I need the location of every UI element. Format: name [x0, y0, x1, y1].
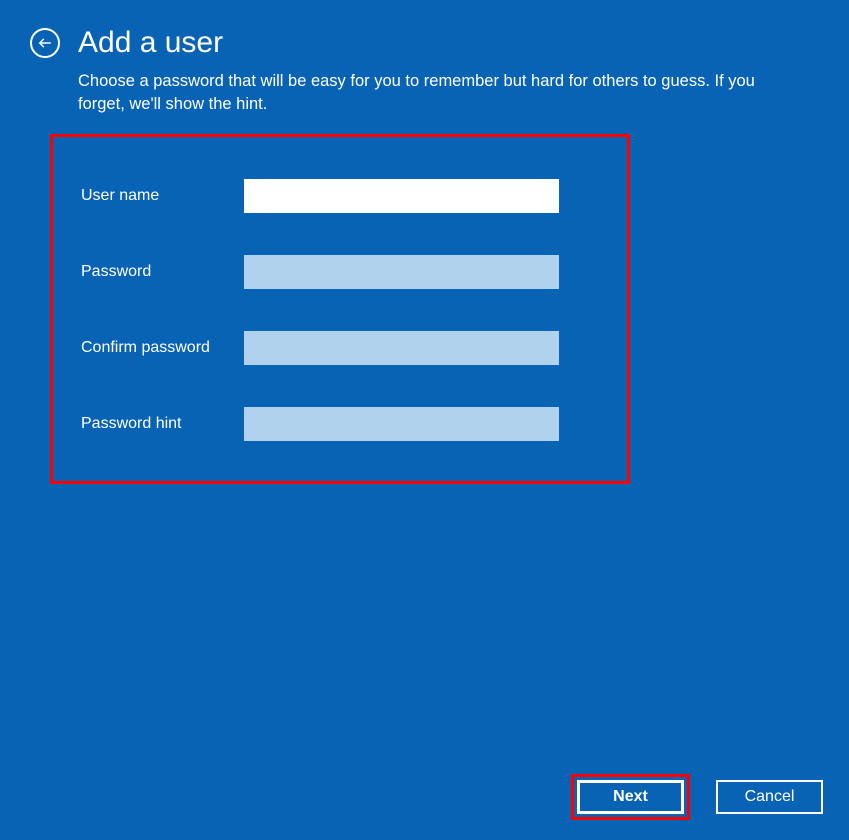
- password-hint-label: Password hint: [81, 415, 244, 433]
- next-button-highlight: Next: [571, 774, 690, 820]
- button-bar: Next Cancel: [571, 774, 827, 820]
- cancel-button[interactable]: Cancel: [716, 780, 823, 814]
- back-button[interactable]: [30, 28, 60, 58]
- password-hint-input[interactable]: [244, 407, 559, 441]
- page-description: Choose a password that will be easy for …: [0, 60, 800, 116]
- confirm-password-input[interactable]: [244, 331, 559, 365]
- next-button[interactable]: Next: [577, 780, 684, 814]
- username-label: User name: [81, 187, 244, 205]
- confirm-password-label: Confirm password: [81, 339, 244, 357]
- password-input[interactable]: [244, 255, 559, 289]
- password-label: Password: [81, 263, 244, 281]
- form-highlight-box: User name Password Confirm password Pass…: [50, 134, 630, 484]
- page-title: Add a user: [78, 26, 223, 60]
- back-arrow-icon: [38, 36, 52, 50]
- cancel-button-wrapper: Cancel: [712, 776, 827, 818]
- username-input[interactable]: [244, 179, 559, 213]
